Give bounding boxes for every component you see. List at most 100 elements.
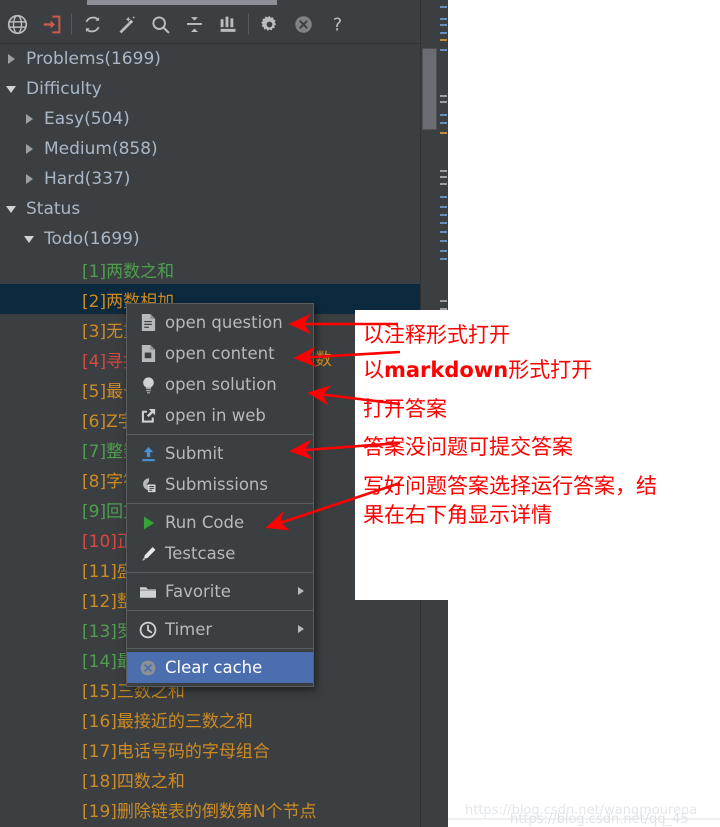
menu-item-submit[interactable]: Submit (127, 438, 313, 469)
menu-item-label: open question (165, 313, 283, 332)
menu-separator (127, 434, 313, 435)
submenu-arrow-icon (298, 587, 304, 595)
problem-label: [1]两数之和 (82, 261, 175, 282)
tree-node-label: Problems(1699) (26, 49, 161, 69)
clear-cache-icon (135, 659, 161, 677)
menu-item-clear-cache[interactable]: Clear cache (127, 652, 313, 683)
chart-icon[interactable] (211, 7, 245, 41)
menu-item-open-in-web[interactable]: open in web (127, 400, 313, 431)
ide-window: ? Problems(1699) Difficulty Easy(504) Me… (0, 0, 720, 827)
menu-item-favorite[interactable]: Favorite (127, 576, 313, 607)
tree-node-label: Hard(337) (44, 169, 131, 189)
menu-item-open-content[interactable]: open content (127, 338, 313, 369)
tree-node-label: Easy(504) (44, 109, 130, 129)
menu-item-run-code[interactable]: Run Code (127, 507, 313, 538)
annotation-note: 答案没问题可提交答案 (363, 435, 573, 459)
chevron-down-icon[interactable] (22, 231, 38, 247)
help-icon[interactable]: ? (320, 7, 354, 41)
toolbar-separator (71, 14, 72, 34)
external-link-icon (135, 407, 161, 425)
menu-item-open-solution[interactable]: open solution (127, 369, 313, 400)
menu-item-label: Favorite (165, 582, 231, 601)
context-menu[interactable]: open question open content open solution… (126, 303, 314, 687)
problem-item[interactable]: [16]最接近的三数之和 (0, 704, 420, 734)
tree-node-difficulty[interactable]: Difficulty (0, 74, 420, 104)
problem-label: [16]最接近的三数之和 (82, 711, 253, 732)
collapse-all-icon[interactable] (177, 7, 211, 41)
chevron-right-icon[interactable] (4, 51, 20, 67)
tree-node-easy[interactable]: Easy(504) (0, 104, 420, 134)
obscured-problem-text: 数 (315, 350, 332, 370)
vertical-scrollbar-thumb[interactable] (422, 48, 437, 130)
menu-item-timer[interactable]: Timer (127, 614, 313, 645)
play-icon (135, 514, 161, 532)
annotation-note-suffix: 形式打开 (508, 358, 593, 382)
menu-item-label: Testcase (165, 544, 236, 563)
menu-item-submissions[interactable]: Submissions (127, 469, 313, 500)
menu-separator (127, 610, 313, 611)
tree-node-label: Status (26, 199, 81, 219)
tree-node-label: Difficulty (26, 79, 102, 99)
problem-item[interactable]: [19]删除链表的倒数第N个节点 (0, 794, 420, 824)
tree-node-hard[interactable]: Hard(337) (0, 164, 420, 194)
submenu-arrow-icon (298, 625, 304, 633)
problem-item[interactable]: [1]两数之和 (0, 254, 420, 284)
tree-node-todo[interactable]: Todo(1699) (0, 224, 420, 254)
menu-item-label: Clear cache (165, 658, 263, 677)
search-icon[interactable] (143, 7, 177, 41)
annotation-note: 果在右下角显示详情 (363, 503, 552, 527)
annotation-panel: 以注释形式打开 以markdown形式打开 打开答案 答案没问题可提交答案 写好… (355, 310, 720, 600)
menu-item-label: open content (165, 344, 275, 363)
settings-gear-icon[interactable] (252, 7, 286, 41)
annotation-note: 以markdown形式打开 (363, 357, 592, 383)
problem-item[interactable]: [17]电话号码的字母组合 (0, 734, 420, 764)
tree-node-problems[interactable]: Problems(1699) (0, 44, 420, 74)
clear-cache-icon[interactable] (286, 7, 320, 41)
sign-in-icon[interactable] (34, 7, 68, 41)
annotation-note-prefix: 以 (363, 358, 384, 382)
lightbulb-icon (135, 375, 161, 394)
menu-item-label: Run Code (165, 513, 245, 532)
magic-wand-icon[interactable] (109, 7, 143, 41)
toolbar-separator (248, 14, 249, 34)
upload-icon (135, 445, 161, 463)
menu-item-label: Submit (165, 444, 224, 463)
svg-text:?: ? (332, 15, 341, 34)
menu-item-label: open in web (165, 406, 266, 425)
refresh-icon[interactable] (75, 7, 109, 41)
tree-node-medium[interactable]: Medium(858) (0, 134, 420, 164)
annotation-note: 以注释形式打开 (363, 323, 510, 347)
menu-separator (127, 503, 313, 504)
menu-item-open-question[interactable]: open question (127, 307, 313, 338)
document-icon (135, 313, 161, 332)
chevron-right-icon[interactable] (22, 171, 38, 187)
menu-item-label: open solution (165, 375, 277, 394)
menu-item-label: Submissions (165, 475, 268, 494)
web-globe-icon[interactable] (0, 7, 34, 41)
tree-node-label: Medium(858) (44, 139, 158, 159)
tree-node-label: Todo(1699) (44, 229, 140, 249)
menu-item-testcase[interactable]: Testcase (127, 538, 313, 569)
problem-label: [19]删除链表的倒数第N个节点 (82, 801, 317, 822)
chevron-down-icon[interactable] (4, 201, 20, 217)
clock-icon (135, 621, 161, 639)
problem-label: [18]四数之和 (82, 771, 185, 792)
menu-item-label: Timer (165, 620, 213, 639)
pencil-icon (135, 545, 161, 563)
menu-separator (127, 648, 313, 649)
folder-icon (135, 584, 161, 600)
annotation-note: 写好问题答案选择运行答案，结 (363, 474, 657, 498)
annotation-note: 打开答案 (363, 397, 447, 421)
chevron-down-icon[interactable] (4, 81, 20, 97)
problem-label: [17]电话号码的字母组合 (82, 741, 270, 762)
watermark-secondary: https://blog.csdn.net/qq_45 (510, 812, 689, 827)
chevron-right-icon[interactable] (22, 141, 38, 157)
tree-node-status[interactable]: Status (0, 194, 420, 224)
problem-item[interactable]: [18]四数之和 (0, 764, 420, 794)
document-icon (135, 344, 161, 363)
chevron-right-icon[interactable] (22, 111, 38, 127)
explorer-toolbar: ? (0, 5, 420, 44)
menu-separator (127, 572, 313, 573)
annotation-note-bold: markdown (384, 358, 509, 382)
submissions-icon (135, 476, 161, 494)
